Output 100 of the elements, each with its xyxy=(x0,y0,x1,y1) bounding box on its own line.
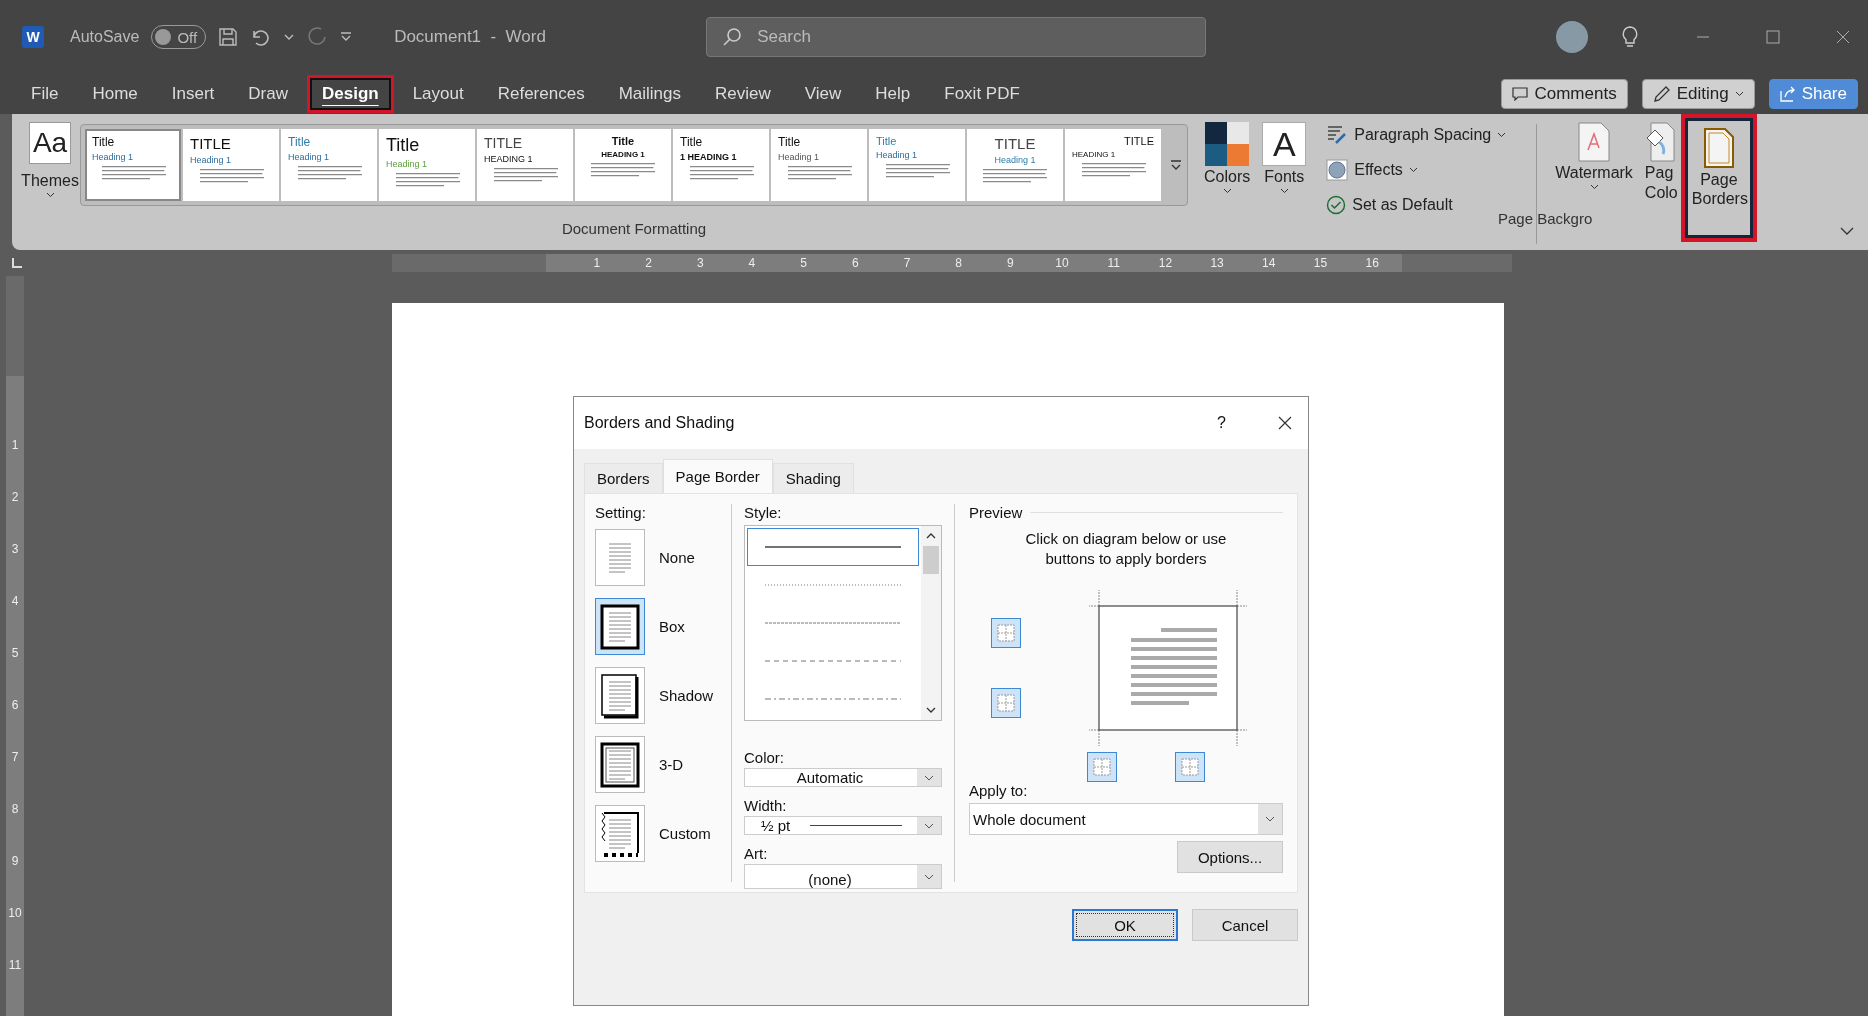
right-border-button[interactable] xyxy=(1175,752,1205,782)
style-set-thumbnail[interactable]: Title Heading 1 xyxy=(869,129,965,201)
ribbon-tab[interactable]: References xyxy=(482,75,600,113)
color-palette-icon xyxy=(1205,122,1250,166)
close-icon[interactable] xyxy=(1278,416,1292,430)
fonts-button[interactable]: A Fonts xyxy=(1256,120,1313,196)
ribbon-tab[interactable]: Help xyxy=(860,75,926,113)
scrollbar-thumb[interactable] xyxy=(923,546,939,574)
style-set-thumbnail[interactable]: Title Heading 1 xyxy=(379,129,475,201)
ribbon-tab[interactable]: Review xyxy=(700,75,786,113)
ruler-number: 4 xyxy=(747,256,757,270)
effects-button[interactable]: Effects xyxy=(1326,155,1507,185)
ribbon-tab[interactable]: View xyxy=(789,75,857,113)
ribbon-tab[interactable]: Layout xyxy=(397,75,479,113)
setting-label: 3-D xyxy=(659,756,684,773)
style-set-thumbnail[interactable]: TITLE HEADING 1 xyxy=(477,129,573,201)
setting-option[interactable] xyxy=(595,805,645,862)
thumbnail-heading: Heading 1 xyxy=(92,152,134,162)
help-button[interactable]: ? xyxy=(1217,414,1226,432)
setting-option[interactable] xyxy=(595,736,645,793)
ribbon-tab[interactable]: Design xyxy=(306,75,394,113)
options-button[interactable]: Options... xyxy=(1177,841,1283,873)
caret-icon xyxy=(1222,188,1232,194)
width-dropdown[interactable]: ½ pt xyxy=(744,816,942,835)
themes-icon: Aa xyxy=(29,122,71,164)
thumbnail-heading: 1 HEADING 1 xyxy=(680,152,737,162)
scrollbar[interactable] xyxy=(921,526,941,720)
ruler-number: 5 xyxy=(11,645,19,662)
thumbnail-title: TITLE xyxy=(1124,135,1154,147)
art-label: Art: xyxy=(744,845,769,862)
apply-to-dropdown[interactable]: Whole document xyxy=(969,803,1283,835)
line-style-option[interactable] xyxy=(747,528,919,566)
search-field[interactable]: Search xyxy=(706,17,1207,57)
page-icon xyxy=(599,809,641,858)
dialog-tab[interactable]: Page Border xyxy=(662,459,773,493)
dialog-tab[interactable]: Shading xyxy=(772,463,854,493)
watermark-button[interactable]: Watermark xyxy=(1549,120,1639,192)
dialog-tab[interactable]: Borders xyxy=(584,463,663,493)
dialog-title: Borders and Shading xyxy=(584,414,735,432)
bottom-border-button[interactable] xyxy=(991,688,1021,718)
caret-icon[interactable] xyxy=(284,33,295,41)
setting-option[interactable] xyxy=(595,598,645,655)
line-sample-icon xyxy=(765,583,901,587)
redo-icon[interactable] xyxy=(306,26,329,48)
horizontal-ruler[interactable]: 1 2 3 4 5 6 7 8 9 10 11 12 13 14 15 16 xyxy=(392,254,1512,272)
paragraph-spacing-icon xyxy=(1326,125,1349,145)
page-color-button[interactable]: Pag Colo xyxy=(1638,120,1681,204)
tab-stop-icon[interactable] xyxy=(12,258,22,268)
themes-button[interactable]: Aa Themes xyxy=(20,120,80,250)
ruler-number: 12 xyxy=(1157,256,1174,270)
window-title: Document1 - Word xyxy=(394,27,547,47)
group-label: Document Formatting xyxy=(561,220,707,237)
style-set-thumbnail[interactable]: Title HEADING 1 xyxy=(575,129,671,201)
color-label: Color: xyxy=(744,749,785,766)
vertical-ruler[interactable]: 1 2 3 4 5 6 7 8 9 10 11 xyxy=(6,276,24,1016)
style-set-thumbnail[interactable]: TITLE HEADING 1 xyxy=(1065,129,1161,201)
page-icon xyxy=(599,740,641,789)
ribbon-tab[interactable]: Foxit PDF xyxy=(929,75,1035,113)
page-preview-drawing[interactable] xyxy=(1087,588,1249,748)
editing-button[interactable]: Editing xyxy=(1641,79,1755,109)
ribbon-tab[interactable]: Home xyxy=(77,75,153,113)
style-set-thumbnail[interactable]: TITLE Heading 1 xyxy=(967,129,1063,201)
top-border-button[interactable] xyxy=(991,618,1021,648)
cancel-button[interactable]: Cancel xyxy=(1192,909,1298,941)
avatar[interactable] xyxy=(1556,21,1588,53)
customize-caret-icon[interactable] xyxy=(340,31,353,43)
style-set-thumbnail[interactable]: Title Heading 1 xyxy=(281,129,377,201)
lightbulb-icon[interactable] xyxy=(1620,25,1640,49)
scroll-down-icon[interactable] xyxy=(925,706,937,714)
style-set-thumbnail[interactable]: Title Heading 1 xyxy=(771,129,867,201)
ribbon-tab[interactable]: File xyxy=(16,75,74,113)
thumbnail-title: TITLE xyxy=(994,135,1036,152)
thumbnail-title: Title xyxy=(288,135,311,149)
caret-icon xyxy=(45,192,55,198)
ribbon-tab[interactable]: Insert xyxy=(156,75,230,113)
style-set-thumbnail[interactable]: TITLE Heading 1 xyxy=(183,129,279,201)
share-icon xyxy=(1779,86,1796,102)
thumbnail-title: TITLE xyxy=(484,135,523,151)
left-border-button[interactable] xyxy=(1087,752,1117,782)
page-borders-button[interactable]: Page Borders xyxy=(1680,114,1757,242)
style-set-thumbnail[interactable]: Title Heading 1 xyxy=(85,129,181,201)
ok-button[interactable]: OK xyxy=(1072,909,1178,941)
art-dropdown[interactable]: (none) xyxy=(744,864,942,889)
colors-button[interactable]: Colors xyxy=(1198,120,1257,196)
setting-option[interactable] xyxy=(595,667,645,724)
ribbon-tab[interactable]: Mailings xyxy=(603,75,696,113)
thumbnail-title: Title xyxy=(611,135,635,147)
gallery-more-icon[interactable] xyxy=(1169,158,1183,172)
paragraph-spacing-button[interactable]: Paragraph Spacing xyxy=(1326,120,1507,150)
save-icon[interactable] xyxy=(218,27,239,47)
scroll-up-icon[interactable] xyxy=(925,532,937,540)
color-dropdown[interactable]: Automatic xyxy=(744,768,942,787)
ruler-number: 16 xyxy=(1364,256,1380,270)
comments-button[interactable]: Comments xyxy=(1501,79,1628,109)
maximize-icon[interactable] xyxy=(1766,30,1780,44)
style-set-thumbnail[interactable]: Title 1 HEADING 1 xyxy=(673,129,769,201)
collapse-ribbon-icon[interactable] xyxy=(1840,227,1854,236)
ribbon-tab[interactable]: Draw xyxy=(233,75,303,113)
share-button[interactable]: Share xyxy=(1768,79,1858,109)
document-icon xyxy=(1578,122,1611,162)
